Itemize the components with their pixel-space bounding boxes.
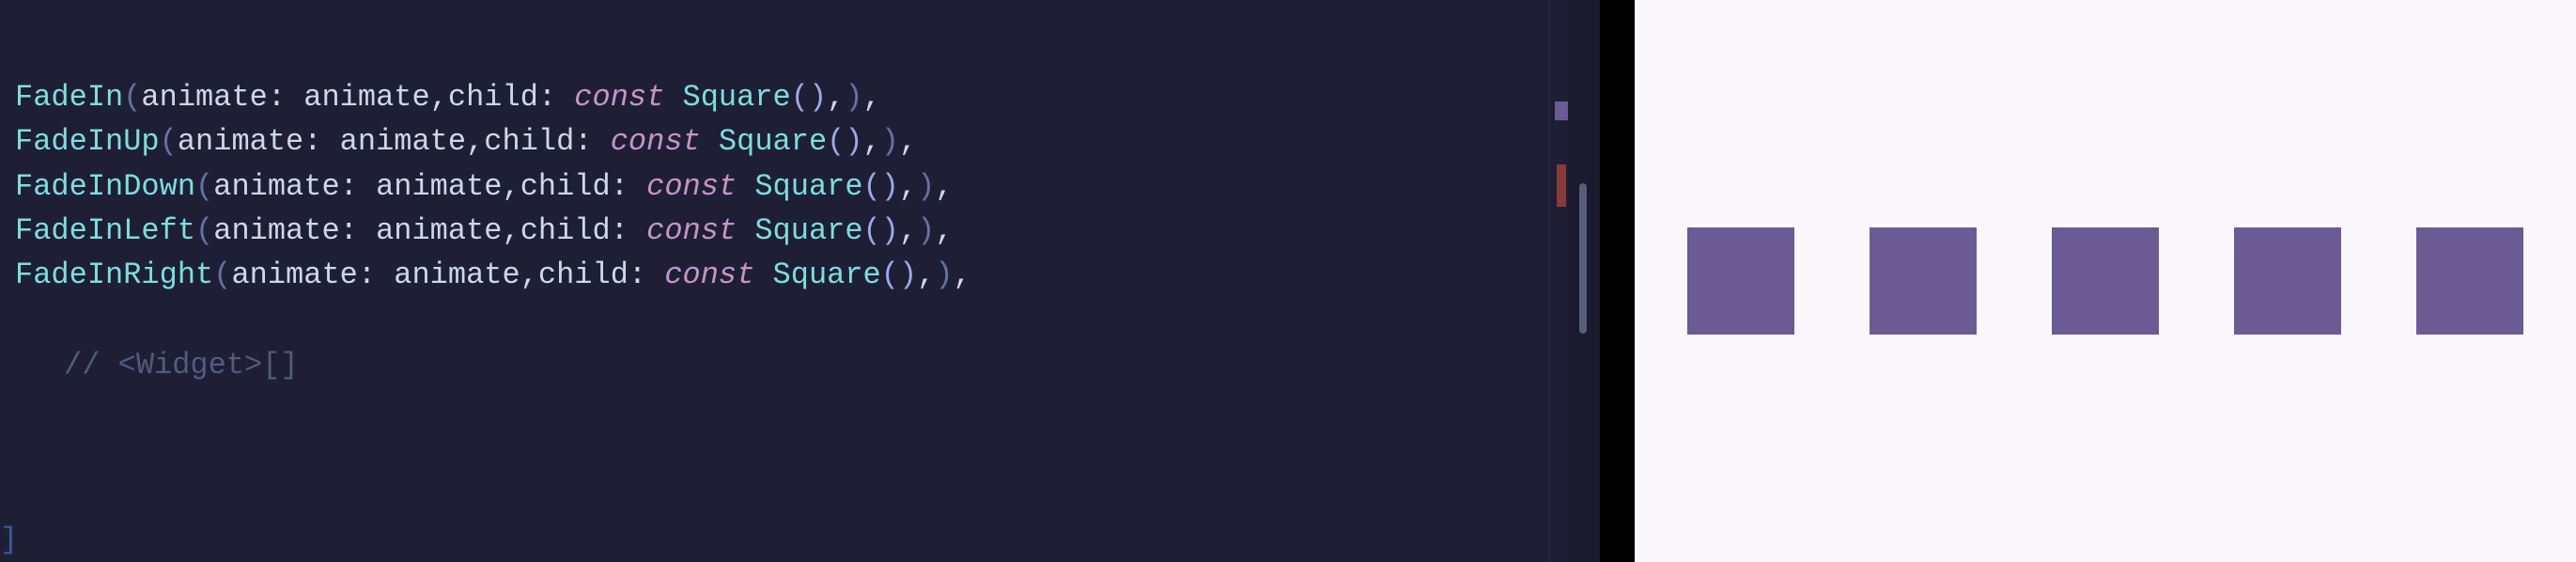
panel-divider	[1600, 0, 1632, 562]
square-widget	[1870, 227, 1977, 335]
colon: :	[611, 169, 628, 204]
minimap-marker	[1555, 101, 1568, 120]
param-name: animate	[141, 80, 267, 115]
param-name: child	[538, 258, 628, 292]
colon: :	[303, 124, 321, 159]
type-name: Square	[719, 124, 827, 159]
param-name: animate	[231, 258, 357, 292]
colon: :	[628, 258, 646, 292]
comma: ,	[899, 124, 917, 159]
param-name: child	[520, 169, 611, 204]
open-paren: (	[195, 213, 213, 248]
arg-value: animate	[376, 213, 502, 248]
code-line-3[interactable]: FadeInDown(animate: animate,child: const…	[15, 164, 1549, 209]
comma: ,	[899, 213, 917, 248]
arg-value: animate	[340, 124, 466, 159]
colon: :	[574, 124, 592, 159]
close-paren: )	[845, 124, 862, 159]
open-paren: (	[160, 124, 178, 159]
close-paren: )	[881, 169, 899, 204]
comma: ,	[935, 213, 953, 248]
param-name: animate	[213, 213, 339, 248]
close-paren: )	[917, 169, 935, 204]
minimap-error-marker	[1557, 164, 1566, 207]
arg-value: animate	[303, 80, 429, 115]
open-paren: (	[213, 258, 231, 292]
keyword: const	[664, 258, 754, 292]
comma: ,	[827, 80, 845, 115]
arg-value: animate	[376, 169, 502, 204]
code-line-2[interactable]: FadeInUp(animate: animate,child: const S…	[15, 119, 1549, 164]
class-name: FadeInDown	[15, 169, 195, 204]
close-paren: )	[845, 80, 862, 115]
comma: ,	[502, 213, 520, 248]
class-name: FadeIn	[15, 80, 123, 115]
comma: ,	[935, 169, 953, 204]
class-name: FadeInUp	[15, 124, 160, 159]
open-paren: (	[863, 213, 881, 248]
colon: :	[611, 213, 628, 248]
keyword: const	[574, 80, 664, 115]
class-name: FadeInRight	[15, 258, 213, 292]
colon: :	[268, 80, 286, 115]
vertical-scrollbar[interactable]	[1568, 0, 1600, 562]
comma: ,	[502, 169, 520, 204]
close-paren: )	[917, 213, 935, 248]
square-widget	[2234, 227, 2341, 335]
square-widget	[2052, 227, 2159, 335]
close-paren: )	[881, 213, 899, 248]
open-paren: (	[863, 169, 881, 204]
close-paren: )	[935, 258, 953, 292]
colon: :	[538, 80, 556, 115]
comma: ,	[520, 258, 538, 292]
open-paren: (	[791, 80, 809, 115]
close-paren: )	[809, 80, 827, 115]
param-name: child	[520, 213, 611, 248]
code-line-1[interactable]: FadeIn(animate: animate,child: const Squ…	[15, 75, 1549, 119]
close-paren: )	[899, 258, 917, 292]
comma: ,	[899, 169, 917, 204]
code-line-4[interactable]: FadeInLeft(animate: animate,child: const…	[15, 209, 1549, 253]
comma: ,	[466, 124, 484, 159]
type-name: Square	[773, 258, 881, 292]
code-comment: // <Widget>[]	[15, 343, 1549, 387]
param-name: animate	[213, 169, 339, 204]
colon: :	[340, 213, 358, 248]
comma: ,	[863, 124, 881, 159]
type-name: Square	[754, 169, 862, 204]
class-name: FadeInLeft	[15, 213, 195, 248]
app-preview	[1632, 0, 2576, 562]
colon: :	[340, 169, 358, 204]
close-paren: )	[881, 124, 899, 159]
comma: ,	[430, 80, 448, 115]
code-line-5[interactable]: FadeInRight(animate: animate,child: cons…	[15, 253, 1549, 297]
comma: ,	[863, 80, 881, 115]
code-editor[interactable]: FadeIn(animate: animate,child: const Squ…	[0, 0, 1549, 562]
open-paren: (	[827, 124, 845, 159]
open-paren: (	[881, 258, 899, 292]
param-name: child	[448, 80, 538, 115]
type-name: Square	[683, 80, 791, 115]
comma: ,	[954, 258, 971, 292]
open-paren: (	[195, 169, 213, 204]
colon: :	[358, 258, 376, 292]
type-name: Square	[754, 213, 862, 248]
param-name: animate	[178, 124, 303, 159]
square-widget	[2416, 227, 2523, 335]
bracket-icon: ]	[0, 518, 18, 562]
keyword: const	[646, 169, 737, 204]
scrollbar-thumb[interactable]	[1579, 183, 1587, 334]
comma: ,	[917, 258, 935, 292]
arg-value: animate	[394, 258, 520, 292]
open-paren: (	[123, 80, 141, 115]
editor-minimap[interactable]	[1549, 0, 1568, 562]
param-name: child	[484, 124, 574, 159]
keyword: const	[611, 124, 701, 159]
keyword: const	[646, 213, 737, 248]
square-widget	[1687, 227, 1794, 335]
